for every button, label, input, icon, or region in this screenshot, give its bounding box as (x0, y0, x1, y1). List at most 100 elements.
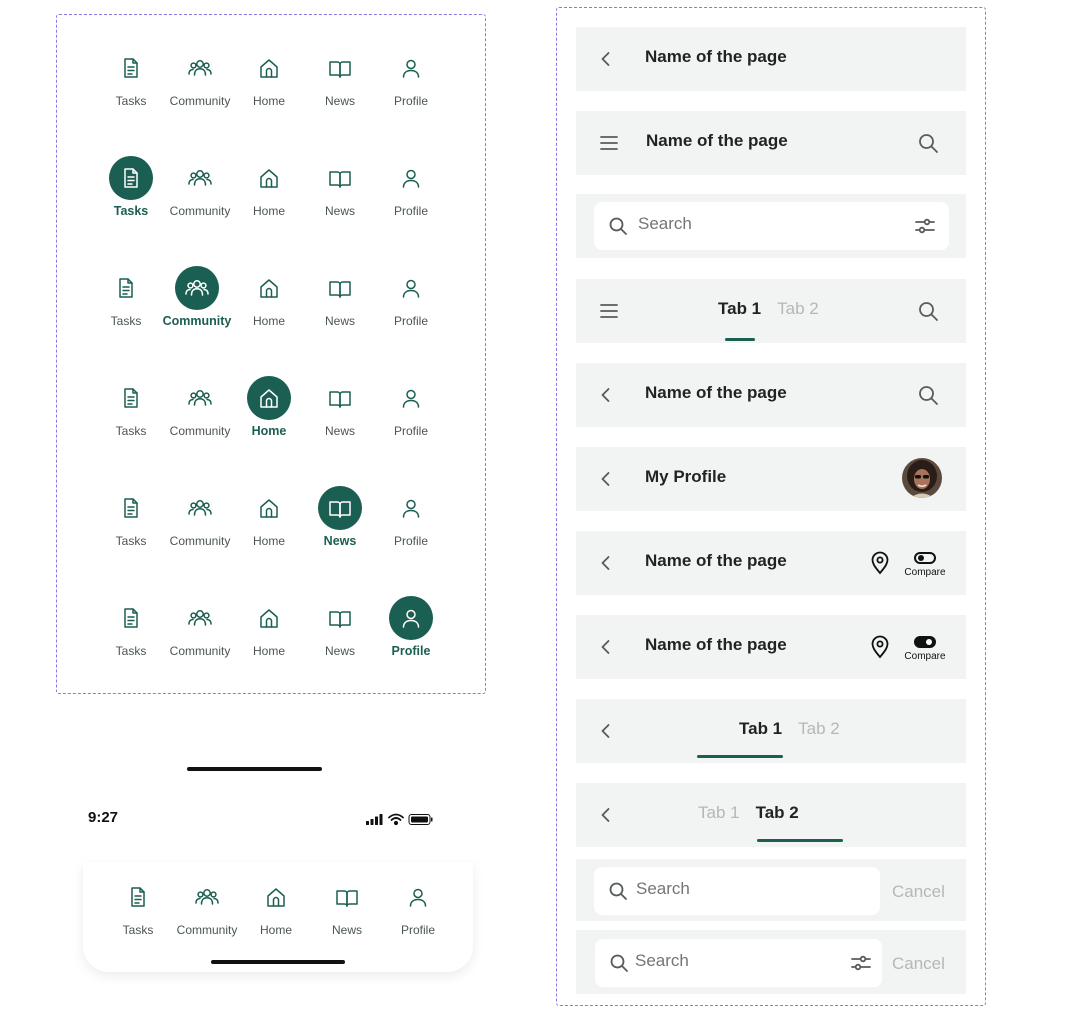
nav-item-profile[interactable]: Profile (371, 156, 451, 226)
nav-item-home[interactable]: Home (229, 376, 309, 446)
tab-2[interactable]: Tab 2 (798, 719, 840, 739)
back-icon[interactable] (596, 721, 616, 741)
cancel-button[interactable]: Cancel (892, 954, 945, 974)
nav-item-profile[interactable]: Profile (371, 266, 451, 336)
nav-item-tasks[interactable]: Tasks (98, 875, 178, 945)
nav-label-community: Community (176, 923, 238, 937)
nav-item-tasks[interactable]: Tasks (91, 46, 171, 116)
nav-item-home[interactable]: Home (229, 46, 309, 116)
nav-item-profile[interactable]: Profile (378, 875, 458, 945)
nav-item-tasks[interactable]: Tasks (86, 266, 166, 336)
search-input[interactable] (638, 214, 838, 234)
nav-label-profile: Profile (400, 923, 435, 937)
news-icon (318, 266, 362, 310)
header-back-tabs-2: Tab 1 Tab 2 (576, 783, 966, 847)
header-menu-tabs-search: Tab 1 Tab 2 (576, 279, 966, 343)
nav-item-community[interactable]: Community (167, 875, 247, 945)
nav-item-news[interactable]: News (300, 156, 380, 226)
search-icon[interactable] (917, 132, 939, 154)
nav-label-community: Community (169, 534, 231, 548)
filter-icon[interactable] (850, 952, 872, 974)
nav-item-profile[interactable]: Profile (371, 46, 451, 116)
tab-1[interactable]: Tab 1 (739, 719, 782, 739)
tab-1[interactable]: Tab 1 (718, 299, 761, 319)
location-pin-icon[interactable] (869, 551, 891, 575)
avatar[interactable] (902, 458, 942, 498)
nav-item-profile[interactable]: Profile (371, 486, 451, 556)
status-icons (366, 812, 436, 826)
nav-label-tasks: Tasks (115, 94, 147, 108)
header-compare-on: Name of the page Compare (576, 615, 966, 679)
nav-item-home[interactable]: Home (229, 596, 309, 666)
menu-icon[interactable] (598, 132, 620, 154)
back-icon[interactable] (596, 805, 616, 825)
nav-label-news: News (324, 204, 355, 218)
cancel-button[interactable]: Cancel (892, 882, 945, 902)
profile-icon (389, 46, 433, 90)
home-icon (247, 486, 291, 530)
toggle-switch[interactable] (914, 636, 936, 648)
search-input[interactable] (635, 951, 835, 971)
back-icon[interactable] (596, 49, 616, 69)
search-icon[interactable] (917, 300, 939, 322)
nav-item-community[interactable]: Community (160, 486, 240, 556)
nav-item-community[interactable]: Community (160, 376, 240, 446)
tasks-icon (109, 376, 153, 420)
nav-item-news[interactable]: News (300, 266, 380, 336)
nav-item-news[interactable]: News (300, 46, 380, 116)
tab-1[interactable]: Tab 1 (698, 803, 740, 823)
back-icon[interactable] (596, 553, 616, 573)
nav-item-home[interactable]: Home (229, 156, 309, 226)
nav-item-news[interactable]: News (300, 376, 380, 446)
nav-item-tasks[interactable]: Tasks (91, 486, 171, 556)
header-compare-off: Name of the page Compare (576, 531, 966, 595)
nav-item-profile[interactable]: Profile (371, 376, 451, 446)
back-icon[interactable] (596, 385, 616, 405)
nav-item-tasks[interactable]: Tasks (91, 156, 171, 226)
nav-label-home: Home (252, 204, 285, 218)
nav-item-tasks[interactable]: Tasks (91, 376, 171, 446)
compare-toggle[interactable]: Compare (902, 636, 948, 662)
nav-item-community[interactable]: Community (157, 266, 237, 336)
nav-item-community[interactable]: Community (160, 46, 240, 116)
nav-label-home: Home (252, 644, 285, 658)
page-title: My Profile (645, 467, 727, 486)
nav-item-tasks[interactable]: Tasks (91, 596, 171, 666)
back-icon[interactable] (596, 469, 616, 489)
search-icon[interactable] (917, 384, 939, 406)
tab-indicator (757, 839, 843, 842)
tab-2[interactable]: Tab 2 (756, 803, 799, 823)
nav-label-tasks: Tasks (122, 923, 154, 937)
back-icon[interactable] (596, 637, 616, 657)
toggle-switch[interactable] (914, 552, 936, 564)
community-icon (178, 46, 222, 90)
nav-label-home: Home (252, 94, 285, 108)
nav-item-home[interactable]: Home (236, 875, 316, 945)
nav-item-home[interactable]: Home (229, 486, 309, 556)
nav-item-profile[interactable]: Profile (371, 596, 451, 666)
location-pin-icon[interactable] (869, 635, 891, 659)
home-icon (247, 266, 291, 310)
nav-variants-frame (56, 14, 486, 694)
nav-item-community[interactable]: Community (160, 156, 240, 226)
menu-icon[interactable] (598, 300, 620, 322)
page-title: Name of the page (645, 47, 787, 66)
compare-toggle[interactable]: Compare (902, 552, 948, 578)
nav-item-news[interactable]: News (300, 596, 380, 666)
nav-label-tasks: Tasks (113, 204, 149, 218)
nav-bar-variant: Tasks Community Home News Profile (95, 875, 445, 945)
header-menu-title-search: Name of the page (576, 111, 966, 175)
nav-item-home[interactable]: Home (229, 266, 309, 336)
community-icon (178, 376, 222, 420)
filter-icon[interactable] (914, 215, 936, 237)
nav-bar-variant: Tasks Community Home News Profile (95, 46, 445, 116)
nav-item-news[interactable]: News (307, 875, 387, 945)
nav-item-news[interactable]: News (300, 486, 380, 556)
search-input[interactable] (636, 879, 836, 899)
news-icon (318, 376, 362, 420)
tab-2[interactable]: Tab 2 (777, 299, 819, 319)
page-title: Name of the page (646, 131, 788, 150)
nav-item-community[interactable]: Community (160, 596, 240, 666)
nav-label-community: Community (169, 424, 231, 438)
nav-label-news: News (324, 644, 355, 658)
